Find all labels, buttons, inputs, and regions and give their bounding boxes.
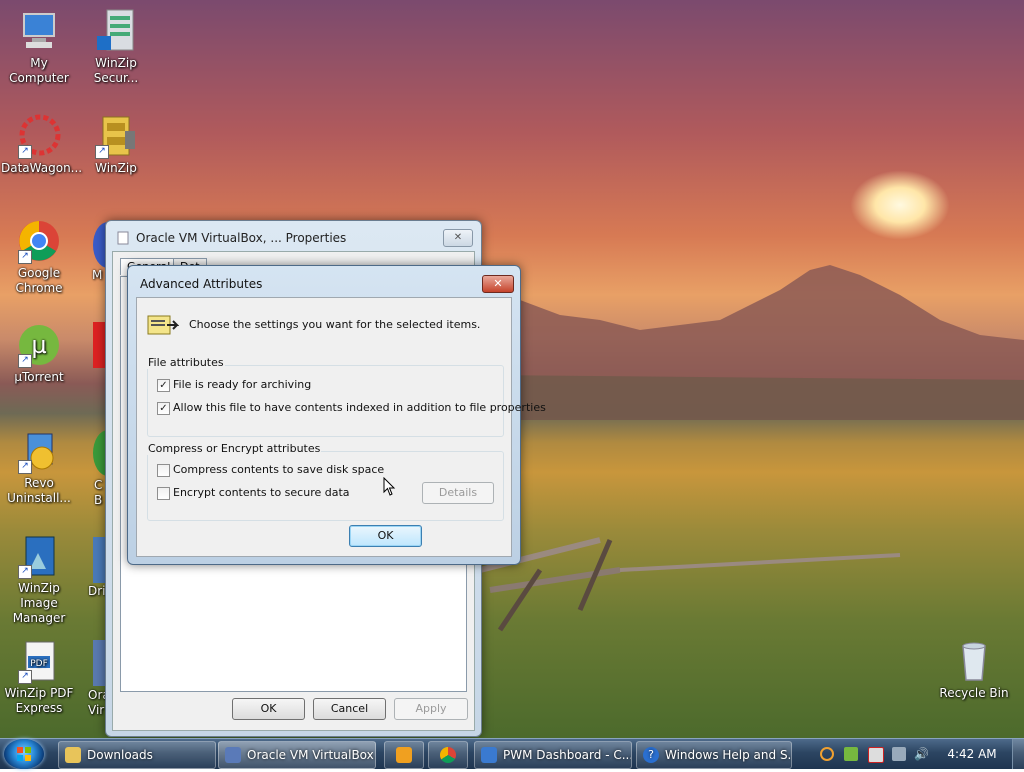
shortcut-arrow-icon: ↗: [18, 565, 32, 579]
taskbar-item-windows-help[interactable]: ? Windows Help and S...: [636, 741, 792, 769]
desktop-icon-label: WinZip PDF Express: [4, 686, 74, 715]
chrome-icon: ↗: [16, 218, 62, 264]
desktop-icon-google-chrome[interactable]: ↗ Google Chrome: [1, 218, 77, 296]
shortcut-arrow-icon: ↗: [18, 250, 32, 264]
desktop-icon-recycle-bin[interactable]: Recycle Bin: [936, 638, 1012, 701]
desktop-icon-winzip-pdf-express[interactable]: PDF ↗ WinZip PDF Express: [1, 638, 77, 716]
checkbox-label: Encrypt contents to secure data: [173, 486, 350, 499]
taskbar-item-downloads[interactable]: Downloads: [58, 741, 216, 769]
window-title: Oracle VM VirtualBox, ... Properties: [136, 231, 347, 245]
chrome-icon: [440, 747, 456, 763]
taskbar-item-virtualbox[interactable]: Oracle VM VirtualBox...: [218, 741, 376, 769]
taskbar-item-chrome[interactable]: [428, 741, 468, 769]
close-button[interactable]: ✕: [443, 229, 473, 247]
clock[interactable]: 4:42 AM: [942, 739, 1002, 769]
desktop-icon-winzip-secure[interactable]: WinZip Secur...: [78, 8, 154, 86]
desktop-icon-winzip[interactable]: ↗ WinZip: [78, 113, 154, 176]
instruction-text: Choose the settings you want for the sel…: [189, 318, 481, 331]
checkbox-box[interactable]: ✓: [157, 379, 170, 392]
desktop-icon-label: DataWagon...: [1, 161, 83, 175]
cancel-button[interactable]: Cancel: [313, 698, 386, 720]
ok-button[interactable]: OK: [349, 525, 422, 547]
group-title: Compress or Encrypt attributes: [147, 442, 322, 455]
shortcut-arrow-icon: ↗: [18, 354, 32, 368]
desktop-icon-label: My Computer: [9, 56, 69, 85]
virtualbox-icon: [225, 747, 241, 763]
desktop-icon-revo-uninstaller[interactable]: ↗ Revo Uninstall...: [1, 428, 77, 506]
advanced-attributes-dialog: Advanced Attributes ✕ Choose the setting…: [127, 265, 546, 565]
search-tray-icon[interactable]: [820, 747, 834, 761]
help-icon: ?: [643, 747, 659, 763]
group-title: File attributes: [147, 356, 225, 369]
start-button[interactable]: [4, 739, 44, 769]
computer-icon: [16, 8, 62, 54]
taskbar-item-pwm-dashboard[interactable]: PWM Dashboard - C...: [474, 741, 632, 769]
desktop-icon-my-computer[interactable]: My Computer: [1, 8, 77, 86]
attributes-icon: [147, 315, 179, 335]
datawagon-icon: ↗: [16, 113, 62, 159]
taskbar-item-label: Oracle VM VirtualBox...: [247, 748, 376, 762]
ok-button[interactable]: OK: [232, 698, 305, 720]
shortcut-arrow-icon: ↗: [18, 145, 32, 159]
desktop-icon-label: Recycle Bin: [939, 686, 1009, 700]
checkbox-box[interactable]: [157, 487, 170, 500]
shortcut-arrow-icon: ↗: [18, 460, 32, 474]
desktop-icon-label: WinZip: [95, 161, 137, 175]
taskbar: Downloads Oracle VM VirtualBox... PWM Da…: [0, 738, 1024, 769]
revo-icon: ↗: [16, 428, 62, 474]
server-icon: [93, 8, 139, 54]
taskbar-item-label: Windows Help and S...: [665, 748, 792, 762]
windows-logo-icon: [17, 747, 31, 761]
media-player-icon: [396, 747, 412, 763]
checkbox-label: Compress contents to save disk space: [173, 463, 385, 476]
action-center-icon[interactable]: [868, 747, 884, 763]
desktop-icon-winzip-image-manager[interactable]: ↗ WinZip Image Manager: [1, 533, 77, 626]
desktop-icon-label: Google Chrome: [15, 266, 63, 295]
mouse-cursor-icon: [383, 477, 396, 496]
desktop-icon-label: Revo Uninstall...: [7, 476, 71, 505]
image-manager-icon: ↗: [16, 533, 62, 579]
shortcut-arrow-icon: ↗: [95, 145, 109, 159]
apply-button[interactable]: Apply: [394, 698, 468, 720]
browser-icon: [481, 747, 497, 763]
dialog-title: Advanced Attributes: [140, 277, 263, 291]
desktop-icon-label: WinZip Secur...: [93, 56, 139, 85]
utorrent-icon: µ ↗: [16, 322, 62, 368]
taskbar-item-label: PWM Dashboard - C...: [503, 748, 632, 762]
checkbox-box[interactable]: ✓: [157, 402, 170, 415]
desktop-icon-datawagon[interactable]: ↗ DataWagon...: [1, 113, 83, 176]
folder-icon: [65, 747, 81, 763]
svg-text:PDF: PDF: [30, 659, 48, 669]
file-icon: [117, 231, 129, 245]
desktop-icon-label: µTorrent: [14, 370, 64, 384]
utorrent-tray-icon[interactable]: [844, 747, 858, 761]
shortcut-arrow-icon: ↗: [18, 670, 32, 684]
partial-icon-label: M: [92, 268, 103, 282]
mountain-range: [480, 265, 1024, 420]
dialog-body: Choose the settings you want for the sel…: [136, 297, 546, 557]
checkbox-label: File is ready for archiving: [173, 378, 312, 391]
network-icon[interactable]: [892, 747, 906, 761]
show-desktop-button[interactable]: [1012, 739, 1024, 769]
desktop-icon-label: WinZip Image Manager: [12, 581, 66, 625]
desktop-icon-utorrent[interactable]: µ ↗ µTorrent: [1, 322, 77, 385]
svg-text:µ: µ: [31, 331, 46, 359]
checkbox-label: Allow this file to have contents indexed…: [173, 401, 546, 414]
checkbox-box[interactable]: [157, 464, 170, 477]
recycle-bin-icon: [951, 638, 997, 684]
pdf-icon: PDF ↗: [16, 638, 62, 684]
winzip-icon: ↗: [93, 113, 139, 159]
close-button[interactable]: ✕: [482, 275, 514, 293]
details-button[interactable]: Details: [422, 482, 494, 504]
volume-icon[interactable]: 🔊: [914, 747, 929, 761]
taskbar-item-label: Downloads: [87, 748, 153, 762]
fence: [480, 537, 901, 632]
taskbar-item-media-player[interactable]: [384, 741, 424, 769]
sun: [850, 170, 950, 240]
